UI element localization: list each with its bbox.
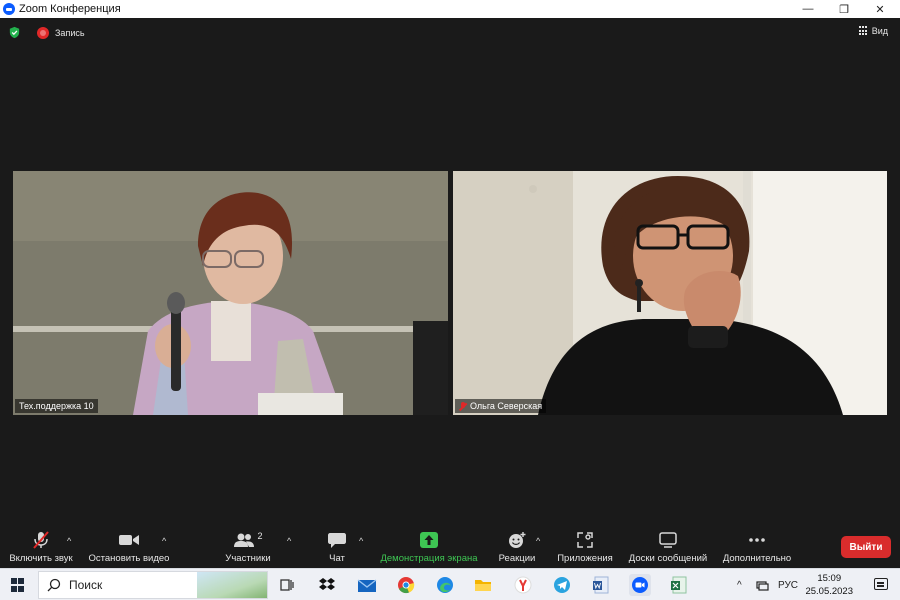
- yandex-browser-icon[interactable]: [512, 574, 534, 596]
- stop-video-label: Остановить видео: [88, 553, 170, 564]
- participant-nameplate: Тех.поддержка 10: [15, 399, 98, 413]
- language-indicator[interactable]: РУС: [778, 569, 798, 600]
- reactions-button[interactable]: Реакции: [494, 528, 540, 568]
- unmute-label: Включить звук: [9, 553, 73, 564]
- restore-button[interactable]: ❐: [826, 0, 862, 18]
- video-tile-participant-2[interactable]: Ольга Северская: [453, 171, 887, 415]
- view-button[interactable]: Вид: [858, 26, 888, 36]
- window-titlebar: Zoom Конференция — ❐ ✕: [0, 0, 900, 18]
- more-label: Дополнительно: [722, 553, 792, 564]
- whiteboards-label: Доски сообщений: [628, 553, 708, 564]
- mic-muted-icon: [459, 401, 467, 411]
- view-label: Вид: [871, 26, 888, 36]
- apps-button[interactable]: Приложения: [553, 528, 617, 568]
- chat-bubble-icon: [326, 531, 348, 549]
- telegram-icon[interactable]: [551, 574, 573, 596]
- window-title: Zoom Конференция: [19, 3, 121, 15]
- participants-count: 2: [257, 531, 263, 541]
- tray-overflow-chevron[interactable]: ^: [737, 569, 742, 600]
- task-view-icon[interactable]: [276, 574, 298, 596]
- grid-icon: [858, 26, 869, 36]
- security-shield-icon[interactable]: [8, 26, 21, 39]
- meeting-status-bar: Запись: [8, 26, 85, 39]
- reactions-options-caret[interactable]: ^: [536, 536, 540, 546]
- participants-button[interactable]: 2 Участники: [218, 528, 278, 568]
- apps-icon: [574, 531, 596, 549]
- windows-start-icon[interactable]: [11, 578, 25, 592]
- video-tile-participant-1[interactable]: Тех.поддержка 10: [13, 171, 448, 415]
- close-button[interactable]: ✕: [862, 0, 898, 18]
- audio-options-caret[interactable]: ^: [67, 536, 71, 546]
- stop-video-button[interactable]: Остановить видео: [84, 528, 174, 568]
- chat-label: Чат: [329, 553, 345, 564]
- chrome-icon[interactable]: [395, 574, 417, 596]
- participant-1-video: [13, 171, 448, 415]
- leave-button[interactable]: Выйти: [841, 536, 891, 558]
- smiley-plus-icon: [506, 531, 528, 549]
- participant-name: Ольга Северская: [470, 401, 543, 411]
- share-screen-button[interactable]: Демонстрация экрана: [374, 528, 484, 568]
- chat-button[interactable]: Чат: [318, 528, 356, 568]
- file-explorer-icon[interactable]: [472, 574, 494, 596]
- taskbar-search-box[interactable]: Поиск: [38, 571, 268, 599]
- reactions-label: Реакции: [498, 553, 536, 564]
- windows-taskbar: Поиск ^ РУС 15:09 25.05.2023: [0, 568, 900, 600]
- share-screen-label: Демонстрация экрана: [380, 553, 478, 564]
- search-label: Поиск: [69, 578, 103, 592]
- dropbox-icon[interactable]: [316, 574, 338, 596]
- clock-date: 25.05.2023: [805, 586, 853, 597]
- clock-time: 15:09: [817, 573, 842, 584]
- chat-options-caret[interactable]: ^: [359, 536, 363, 546]
- whiteboards-button[interactable]: Доски сообщений: [624, 528, 712, 568]
- meeting-toolbar: Включить звук ^ Остановить видео ^ 2 Уча…: [0, 528, 900, 568]
- participants-label: Участники: [225, 553, 271, 564]
- participants-icon: 2: [232, 531, 264, 549]
- share-screen-icon: [418, 531, 440, 549]
- network-icon[interactable]: [756, 569, 770, 600]
- minimize-button[interactable]: —: [790, 0, 826, 18]
- edge-icon[interactable]: [434, 574, 456, 596]
- search-highlight-art: [197, 572, 267, 598]
- more-button[interactable]: Дополнительно: [718, 528, 796, 568]
- search-icon: [47, 578, 61, 592]
- apps-label: Приложения: [557, 553, 613, 564]
- participant-2-video: [453, 171, 887, 415]
- whiteboard-icon: [657, 531, 679, 549]
- word-icon[interactable]: [590, 574, 612, 596]
- video-options-caret[interactable]: ^: [162, 536, 166, 546]
- mail-icon[interactable]: [356, 574, 378, 596]
- notifications-icon[interactable]: [874, 578, 888, 590]
- taskbar-clock[interactable]: 15:09 25.05.2023: [805, 572, 853, 598]
- recording-icon[interactable]: [37, 26, 49, 39]
- participant-nameplate: Ольга Северская: [455, 399, 547, 413]
- participant-name: Тех.поддержка 10: [19, 401, 94, 411]
- zoom-taskbar-icon[interactable]: [629, 574, 651, 596]
- video-camera-icon: [118, 531, 140, 549]
- participants-options-caret[interactable]: ^: [287, 536, 291, 546]
- zoom-logo-icon: [3, 3, 15, 15]
- excel-icon[interactable]: [668, 574, 690, 596]
- meeting-area: Запись Вид Тех.поддержка 10 Ольга Северс…: [0, 18, 900, 528]
- more-dots-icon: [746, 531, 768, 549]
- mic-muted-icon: [30, 531, 52, 549]
- unmute-button[interactable]: Включить звук: [4, 528, 78, 568]
- recording-label: Запись: [55, 27, 85, 38]
